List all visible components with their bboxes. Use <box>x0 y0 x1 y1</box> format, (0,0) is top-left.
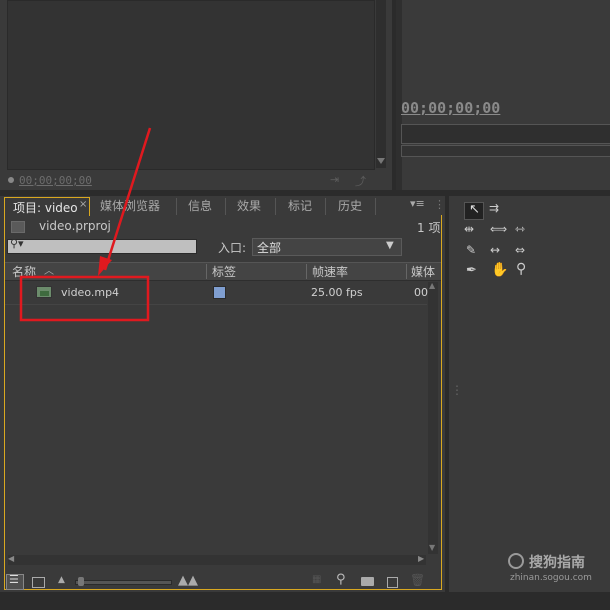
annotation-overlay <box>19 127 152 322</box>
annotation-arrow <box>103 127 152 271</box>
annotation-arrowhead <box>98 256 112 276</box>
annotation-highlight-box <box>19 275 150 322</box>
